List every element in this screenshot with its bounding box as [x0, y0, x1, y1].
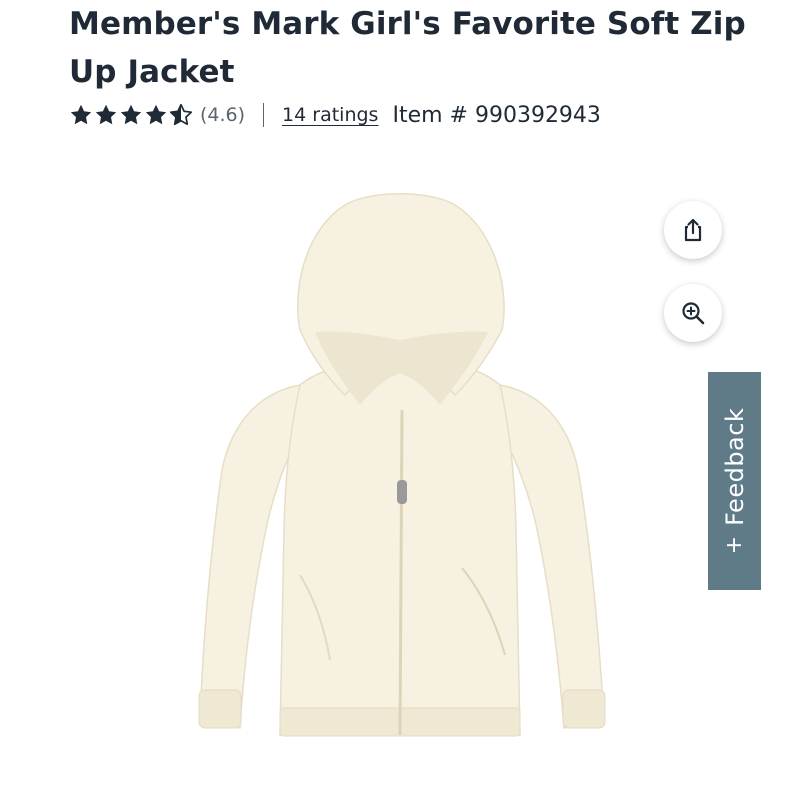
feedback-content: + Feedback: [721, 408, 749, 555]
jacket-left-cuff: [198, 689, 242, 729]
star-rating[interactable]: [69, 103, 193, 127]
plus-icon: +: [721, 535, 747, 555]
product-image[interactable]: [190, 190, 620, 750]
zoom-in-icon: [682, 302, 705, 325]
item-number: Item # 990392943: [392, 102, 601, 128]
feedback-label: Feedback: [720, 407, 749, 526]
rating-divider: [263, 103, 265, 127]
rating-row: (4.6) 14 ratings Item # 990392943: [69, 98, 601, 132]
zoom-button[interactable]: [664, 284, 722, 342]
feedback-tab[interactable]: + Feedback: [708, 372, 761, 590]
jacket-zipper: [398, 409, 404, 736]
star-full-icon: [70, 104, 92, 125]
ratings-count-link[interactable]: 14 ratings: [282, 104, 378, 126]
share-icon: [684, 218, 702, 242]
rating-value: (4.6): [200, 104, 246, 126]
star-full-icon: [145, 104, 167, 125]
jacket-right-cuff: [562, 689, 606, 729]
product-page: Member's Mark Girl's Favorite Soft Zip U…: [0, 0, 800, 800]
star-half-icon: [169, 103, 193, 126]
share-button[interactable]: [664, 201, 722, 259]
product-title: Member's Mark Girl's Favorite Soft Zip U…: [69, 6, 746, 90]
star-full-icon: [120, 104, 142, 125]
jacket-zipper-pull: [397, 480, 407, 504]
star-full-icon: [95, 104, 117, 125]
